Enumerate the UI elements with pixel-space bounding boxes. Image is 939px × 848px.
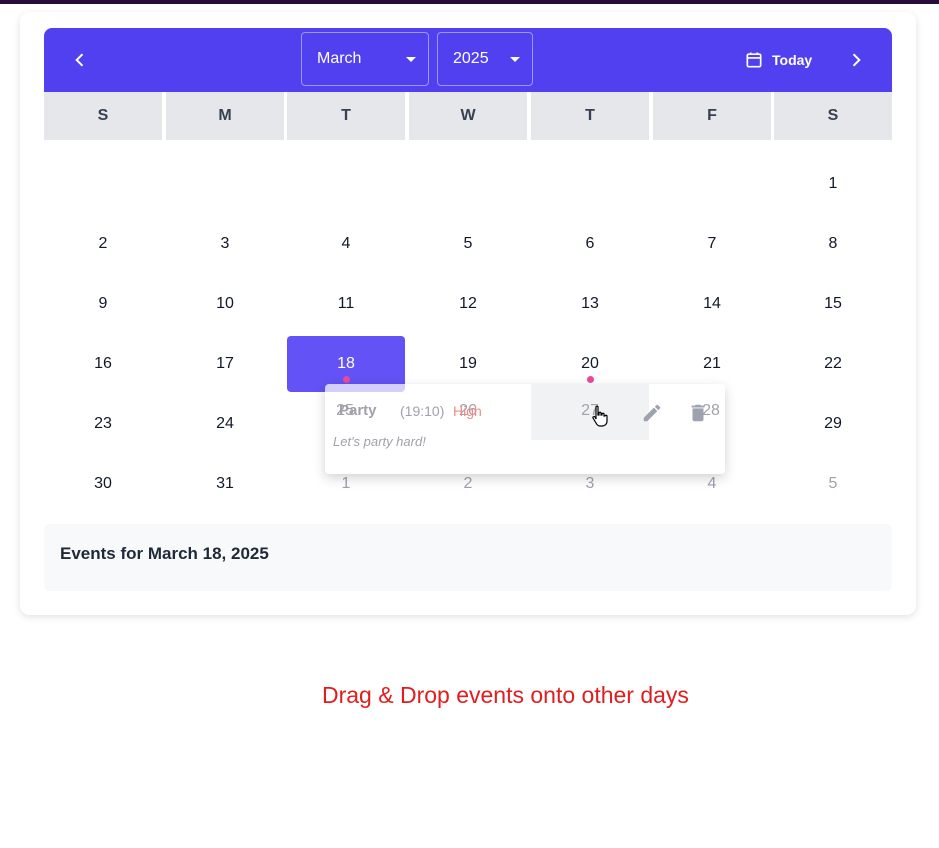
day-number: 30 bbox=[94, 475, 112, 492]
calendar-day-cell[interactable]: 24 bbox=[166, 396, 284, 452]
day-number: 18 bbox=[337, 355, 355, 372]
event-priority: High bbox=[453, 403, 482, 419]
weekday-header: S bbox=[44, 92, 162, 140]
today-button[interactable]: Today bbox=[744, 48, 812, 72]
weekday-header: T bbox=[531, 92, 649, 140]
calendar-day-cell[interactable]: 6 bbox=[531, 216, 649, 272]
day-number: 1 bbox=[341, 475, 351, 492]
weekday-header: S bbox=[774, 92, 892, 140]
day-number: 6 bbox=[585, 235, 595, 252]
trash-icon[interactable] bbox=[687, 402, 709, 424]
weekday-header: F bbox=[653, 92, 771, 140]
hand-pointer-icon bbox=[592, 405, 608, 427]
event-title: Party bbox=[339, 402, 377, 419]
prev-month-button[interactable] bbox=[66, 46, 94, 74]
calendar-day-cell[interactable]: 14 bbox=[653, 276, 771, 332]
calendar-day-cell[interactable]: 16 bbox=[44, 336, 162, 392]
caret-down-icon bbox=[406, 57, 416, 62]
day-number: 16 bbox=[94, 355, 112, 372]
year-select-value: 2025 bbox=[453, 50, 489, 67]
event-time: (19:10) bbox=[400, 403, 445, 419]
calendar-day-cell[interactable]: 8 bbox=[774, 216, 892, 272]
day-number: 4 bbox=[707, 475, 717, 492]
weekday-header: T bbox=[287, 92, 405, 140]
today-label: Today bbox=[772, 52, 813, 68]
month-select[interactable]: March bbox=[301, 32, 429, 86]
calendar-day-cell[interactable]: 30 bbox=[44, 456, 162, 512]
day-number: 12 bbox=[459, 295, 477, 312]
drag-event-preview[interactable]: 25 26 27 28 Party (19:10) High Let's par… bbox=[325, 384, 725, 474]
day-number: 5 bbox=[463, 235, 473, 252]
calendar-icon bbox=[746, 52, 762, 68]
next-month-button[interactable] bbox=[842, 46, 870, 74]
year-select[interactable]: 2025 bbox=[437, 32, 533, 86]
calendar-day-cell[interactable]: 17 bbox=[166, 336, 284, 392]
day-number: 20 bbox=[581, 355, 599, 372]
event-indicator-dot bbox=[343, 376, 350, 383]
day-number: 15 bbox=[824, 295, 842, 312]
pencil-icon[interactable] bbox=[641, 402, 663, 424]
day-number: 13 bbox=[581, 295, 599, 312]
day-number: 19 bbox=[459, 355, 477, 372]
day-number: 1 bbox=[828, 175, 838, 192]
chevron-right-icon bbox=[852, 53, 861, 67]
day-number: 2 bbox=[98, 235, 108, 252]
day-number: 3 bbox=[585, 475, 595, 492]
calendar-day-cell[interactable]: 10 bbox=[166, 276, 284, 332]
calendar-day-cell[interactable]: 5 bbox=[409, 216, 527, 272]
month-select-value: March bbox=[317, 50, 362, 67]
day-number: 11 bbox=[337, 295, 355, 312]
day-number: 31 bbox=[216, 475, 234, 492]
calendar-day-cell[interactable]: 3 bbox=[166, 216, 284, 272]
day-number: 4 bbox=[341, 235, 351, 252]
caret-down-icon bbox=[510, 57, 520, 62]
day-number: 22 bbox=[824, 355, 842, 372]
weekday-header-row: S M T W T F S bbox=[44, 92, 892, 140]
day-number: 3 bbox=[220, 235, 230, 252]
day-number: 23 bbox=[94, 415, 112, 432]
calendar-day-cell[interactable]: 2 bbox=[44, 216, 162, 272]
day-number: 7 bbox=[707, 235, 717, 252]
day-number: 17 bbox=[216, 355, 234, 372]
day-number: 9 bbox=[98, 295, 108, 312]
day-number: 2 bbox=[463, 475, 473, 492]
top-accent-bar bbox=[0, 0, 939, 4]
calendar-day-cell[interactable]: 31 bbox=[166, 456, 284, 512]
calendar-day-cell[interactable]: 23 bbox=[44, 396, 162, 452]
day-number: 14 bbox=[703, 295, 721, 312]
calendar-day-cell[interactable]: 22 bbox=[774, 336, 892, 392]
events-panel-title: Events for March 18, 2025 bbox=[60, 544, 269, 563]
chevron-left-icon bbox=[75, 53, 84, 67]
day-number: 24 bbox=[216, 415, 234, 432]
calendar-day-cell[interactable]: 13 bbox=[531, 276, 649, 332]
calendar-day-cell[interactable]: 29 bbox=[774, 396, 892, 452]
calendar-day-cell[interactable]: 12 bbox=[409, 276, 527, 332]
calendar-day-cell[interactable]: 1 bbox=[774, 156, 892, 212]
day-number: 8 bbox=[828, 235, 838, 252]
day-number: 21 bbox=[703, 355, 721, 372]
calendar-day-cell[interactable]: 15 bbox=[774, 276, 892, 332]
events-panel: Events for March 18, 2025 bbox=[44, 524, 892, 591]
day-number: 10 bbox=[216, 295, 234, 312]
day-number: 29 bbox=[824, 415, 842, 432]
weekday-header: W bbox=[409, 92, 527, 140]
calendar-day-cell[interactable]: 9 bbox=[44, 276, 162, 332]
weekday-header: M bbox=[166, 92, 284, 140]
calendar-day-cell[interactable]: 4 bbox=[287, 216, 405, 272]
event-description: Let's party hard! bbox=[333, 434, 426, 449]
calendar-day-cell[interactable]: 7 bbox=[653, 216, 771, 272]
calendar-toolbar: March 2025 Today bbox=[44, 28, 892, 92]
drag-drop-hint: Drag & Drop events onto other days bbox=[322, 682, 689, 708]
calendar-day-cell-next-month[interactable]: 5 bbox=[774, 456, 892, 512]
day-number: 5 bbox=[828, 475, 838, 492]
event-indicator-dot bbox=[587, 376, 594, 383]
calendar-day-cell[interactable]: 11 bbox=[287, 276, 405, 332]
